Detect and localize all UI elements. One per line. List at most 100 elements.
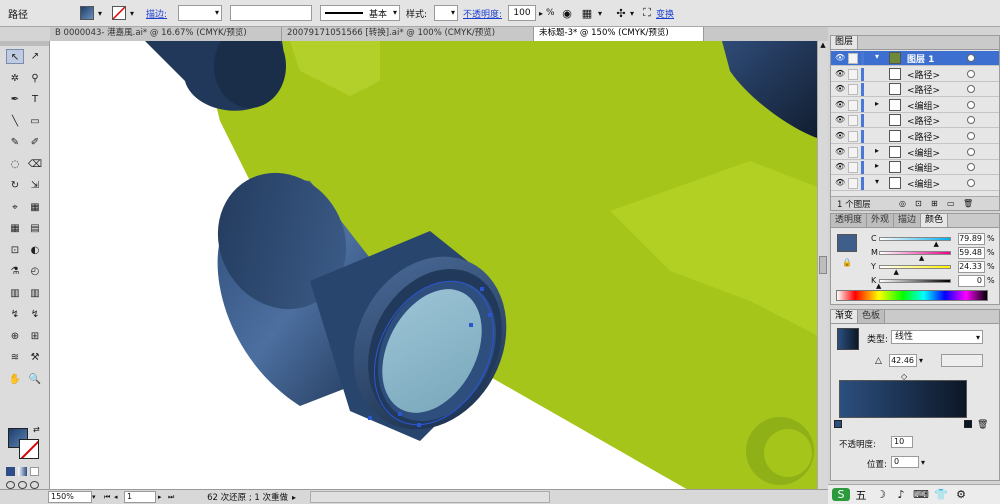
anchor-point[interactable] — [469, 323, 473, 327]
tool-button[interactable]: ↖ — [6, 49, 24, 64]
stroke-profile-dropdown[interactable]: 基本 ▾ — [320, 5, 400, 21]
lock-toggle[interactable] — [848, 146, 858, 158]
isolate-dropdown-icon[interactable]: ▾ — [630, 9, 638, 18]
visibility-eye-icon[interactable]: 👁 — [835, 100, 845, 109]
lock-toggle[interactable] — [848, 115, 858, 127]
artboard-canvas[interactable] — [50, 41, 828, 491]
layer-row[interactable]: 👁 <路径> — [831, 129, 999, 144]
next-page-icon[interactable]: ▸ — [158, 493, 168, 501]
target-circle-icon[interactable] — [967, 178, 975, 187]
tool-button[interactable]: ✲ — [6, 71, 24, 86]
gradient-stop-right[interactable] — [964, 420, 972, 428]
tool-button[interactable]: ▥ — [26, 286, 44, 301]
channel-slider[interactable] — [879, 279, 951, 283]
channel-slider-knob-icon[interactable]: ▲ — [934, 240, 939, 248]
stroke-swatch[interactable] — [112, 6, 126, 20]
layer-row[interactable]: 👁 ▸ <编组> — [831, 160, 999, 176]
channel-value-field[interactable]: 0 — [958, 275, 985, 287]
target-circle-icon[interactable] — [967, 85, 975, 94]
visibility-eye-icon[interactable]: 👁 — [835, 85, 845, 93]
target-circle-icon[interactable] — [967, 116, 975, 125]
taskbar-item-icon[interactable]: ♪ — [892, 488, 910, 501]
lock-toggle[interactable] — [848, 68, 858, 80]
horizontal-scrollbar[interactable] — [310, 491, 550, 503]
scroll-up-arrow-icon[interactable]: ▲ — [818, 41, 828, 51]
tool-button[interactable]: ⚲ — [26, 71, 44, 86]
channel-slider-knob-icon[interactable]: ▲ — [876, 282, 881, 290]
expander-icon[interactable]: ▾ — [875, 177, 879, 186]
channel-slider[interactable] — [879, 237, 951, 241]
layer-row[interactable]: 👁 <路径> — [831, 82, 999, 98]
tab-color[interactable]: 颜色 — [921, 214, 949, 227]
prev-page-icon[interactable]: ◂ — [114, 493, 124, 501]
taskbar-item-icon[interactable]: ☽ — [872, 488, 890, 501]
delete-stop-icon[interactable]: 🗑 — [977, 420, 988, 430]
lock-toggle[interactable] — [848, 162, 858, 174]
tool-button[interactable]: ⚗ — [6, 264, 24, 279]
expander-icon[interactable]: ▸ — [875, 146, 879, 155]
stroke-dropdown-arrow-icon[interactable]: ▾ — [126, 9, 138, 18]
visibility-eye-icon[interactable]: 👁 — [835, 163, 845, 171]
color-mode-icon[interactable] — [6, 467, 15, 476]
transform-link[interactable]: 变换 — [656, 7, 686, 20]
lock-toggle[interactable] — [848, 84, 858, 96]
taskbar-item-icon[interactable]: ⚙ — [952, 488, 970, 501]
location-dropdown-icon[interactable]: ▾ — [921, 458, 925, 467]
layer-row[interactable]: 👁 ▾ <编组> — [831, 176, 999, 191]
tool-button[interactable]: T — [26, 92, 44, 107]
expander-icon[interactable]: ▸ — [875, 161, 879, 170]
tool-button[interactable]: ⊕ — [6, 329, 24, 344]
tab-appearance[interactable]: 外观 — [867, 214, 895, 227]
anchor-point[interactable] — [398, 412, 402, 416]
tool-button[interactable]: ╲ — [6, 114, 24, 129]
tool-button[interactable]: ↯ — [6, 307, 24, 322]
anchor-point[interactable] — [480, 287, 484, 291]
anchor-point[interactable] — [368, 416, 372, 420]
tool-button[interactable]: ▦ — [26, 200, 44, 215]
expander-icon[interactable]: ▸ — [875, 99, 879, 108]
tab-swatches[interactable]: 色板 — [858, 310, 886, 323]
gradient-stop-left[interactable] — [834, 420, 842, 428]
channel-value-field[interactable]: 59.48 — [958, 247, 985, 259]
layer-row[interactable]: 👁 ▸ <编组> — [831, 98, 999, 113]
lock-toggle[interactable] — [848, 131, 858, 142]
target-circle-icon[interactable] — [967, 100, 975, 109]
fill-dropdown-arrow-icon[interactable]: ▾ — [94, 9, 106, 18]
current-color-swatch[interactable] — [837, 234, 857, 252]
visibility-eye-icon[interactable]: 👁 — [835, 54, 845, 62]
layer-row[interactable]: 👁 <路径> — [831, 67, 999, 82]
status-menu-icon[interactable]: ▸ — [292, 493, 306, 502]
location-field[interactable]: 0 — [891, 456, 919, 468]
page-field[interactable]: 1 — [124, 491, 156, 503]
tab-document-3[interactable]: 未标题-3* @ 150% (CMYK/预览) — [534, 27, 704, 41]
tool-button[interactable]: ⚒ — [26, 350, 44, 365]
locate-object-icon[interactable]: ◎ — [899, 199, 915, 208]
vertical-scrollbar[interactable]: ▲ — [817, 41, 828, 491]
channel-slider-knob-icon[interactable]: ▲ — [894, 268, 899, 276]
tab-transparency[interactable]: 透明度 — [831, 214, 868, 227]
gradient-slider-bar[interactable] — [839, 380, 967, 418]
tool-button[interactable]: ⊡ — [6, 243, 24, 258]
tab-layers[interactable]: 图层 — [831, 36, 859, 49]
tool-button[interactable]: ↻ — [6, 178, 24, 193]
tool-button[interactable]: ⊞ — [26, 329, 44, 344]
tool-button[interactable]: ⇲ — [26, 178, 44, 193]
visibility-eye-icon[interactable]: 👁 — [835, 116, 845, 124]
taskbar-item-icon[interactable]: 五 — [852, 487, 870, 503]
layer-row[interactable]: 👁 <路径> — [831, 113, 999, 129]
stroke-color-box[interactable] — [19, 439, 39, 459]
gradient-mode-icon[interactable] — [18, 467, 27, 476]
delete-layer-icon[interactable]: 🗑 — [963, 199, 979, 208]
recolor-icon[interactable]: ◉ — [558, 7, 576, 20]
taskbar-item-icon[interactable]: ⌨ — [912, 488, 930, 501]
tool-button[interactable]: ◴ — [26, 264, 44, 279]
tool-button[interactable]: ✎ — [6, 135, 24, 150]
fill-swatch[interactable] — [80, 6, 94, 20]
tool-button[interactable]: ≋ — [6, 350, 24, 365]
visibility-eye-icon[interactable]: 👁 — [835, 147, 845, 156]
tool-button[interactable]: ◌ — [6, 157, 24, 172]
gradient-preview-swatch[interactable] — [837, 328, 859, 350]
tool-button[interactable]: ✒ — [6, 92, 24, 107]
tool-button[interactable]: 🔍 — [26, 372, 44, 387]
channel-slider-knob-icon[interactable]: ▲ — [919, 254, 924, 262]
